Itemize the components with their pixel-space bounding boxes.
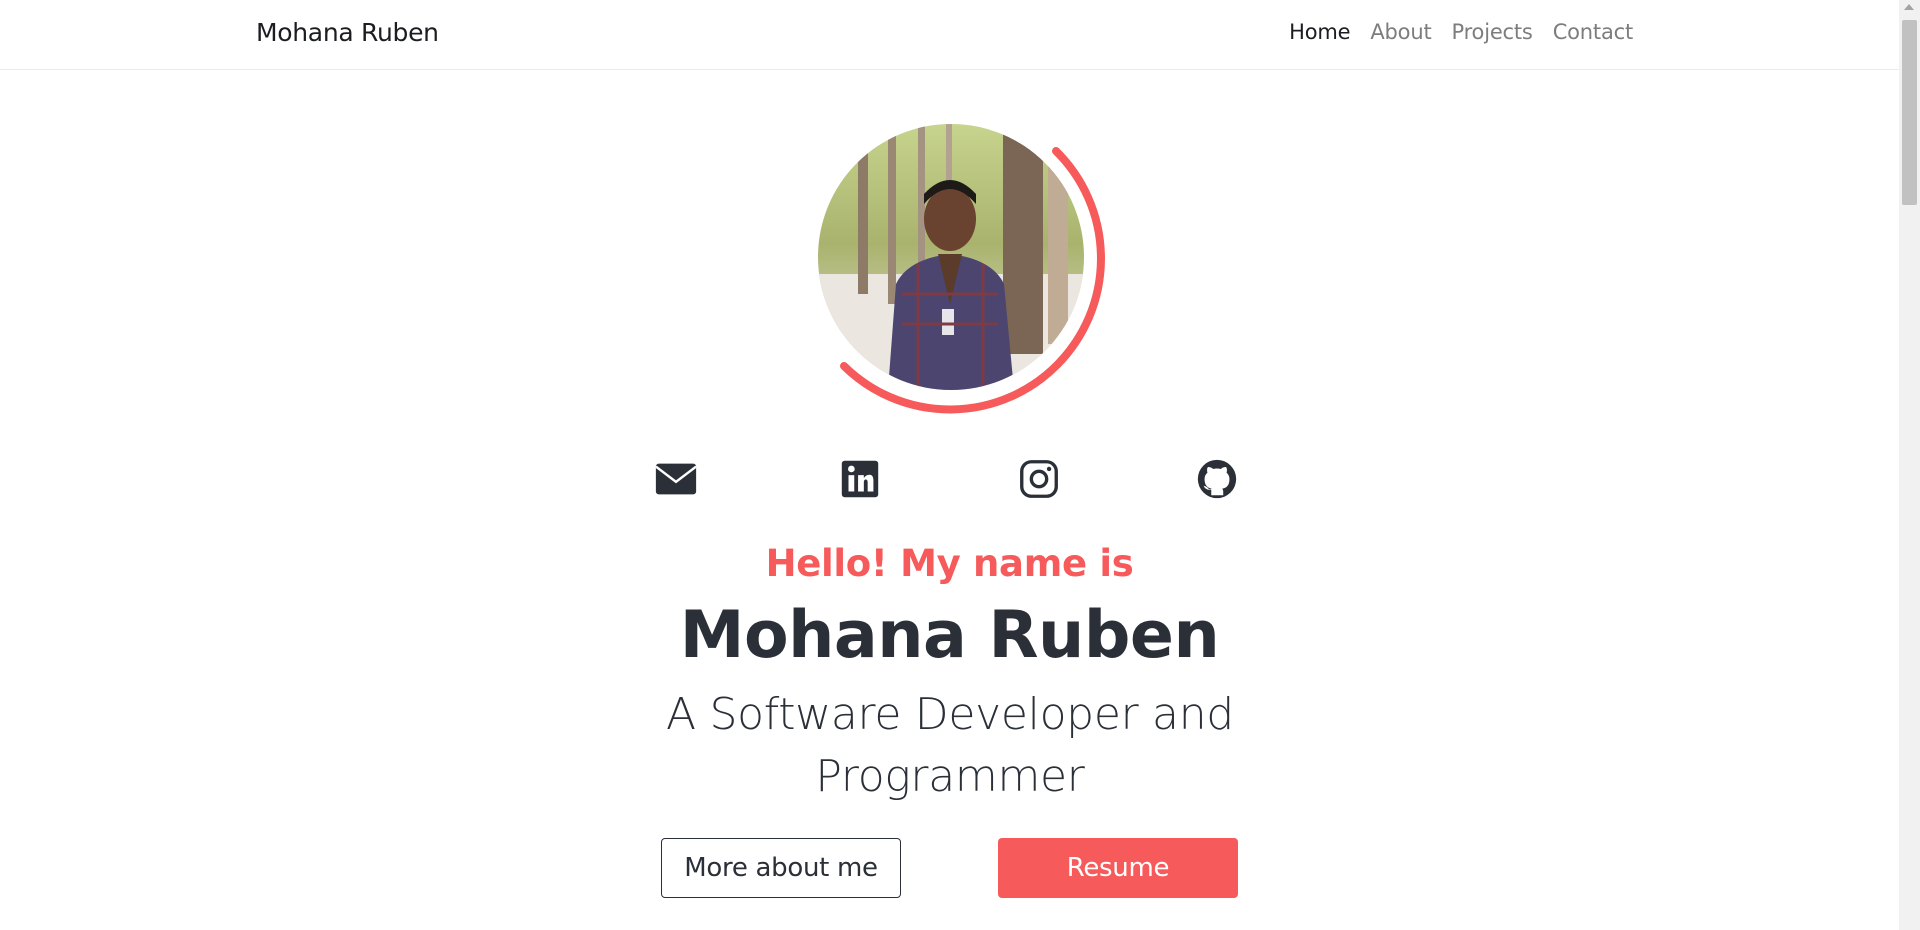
resume-button[interactable]: Resume: [998, 838, 1238, 898]
greeting-text: Hello! My name is: [765, 542, 1134, 585]
nav-link-contact[interactable]: Contact: [1553, 20, 1634, 44]
nav-links: Home About Projects Contact: [1289, 20, 1633, 44]
social-links: [0, 456, 1899, 506]
profile-photo: [818, 124, 1084, 390]
github-icon[interactable]: [1194, 456, 1240, 502]
linkedin-icon[interactable]: [837, 456, 883, 502]
navbar: Mohana Ruben Home About Projects Contact: [0, 0, 1899, 70]
envelope-icon[interactable]: [653, 456, 699, 502]
more-about-me-button[interactable]: More about me: [661, 838, 901, 898]
page-scrollbar[interactable]: [1899, 0, 1920, 930]
instagram-icon[interactable]: [1016, 456, 1062, 502]
brand-link[interactable]: Mohana Ruben: [256, 18, 439, 47]
hero-tagline: A Software Developer and Programmer: [666, 689, 1234, 802]
nav-link-about[interactable]: About: [1370, 20, 1431, 44]
hero-name: Mohana Ruben: [679, 598, 1220, 673]
scroll-thumb[interactable]: [1902, 20, 1917, 205]
profile-section: [808, 118, 1108, 418]
page: Mohana Ruben Home About Projects Contact: [0, 0, 1920, 930]
nav-link-home[interactable]: Home: [1289, 20, 1350, 44]
scroll-up-arrow-icon[interactable]: [1904, 4, 1914, 10]
nav-link-projects[interactable]: Projects: [1451, 20, 1532, 44]
